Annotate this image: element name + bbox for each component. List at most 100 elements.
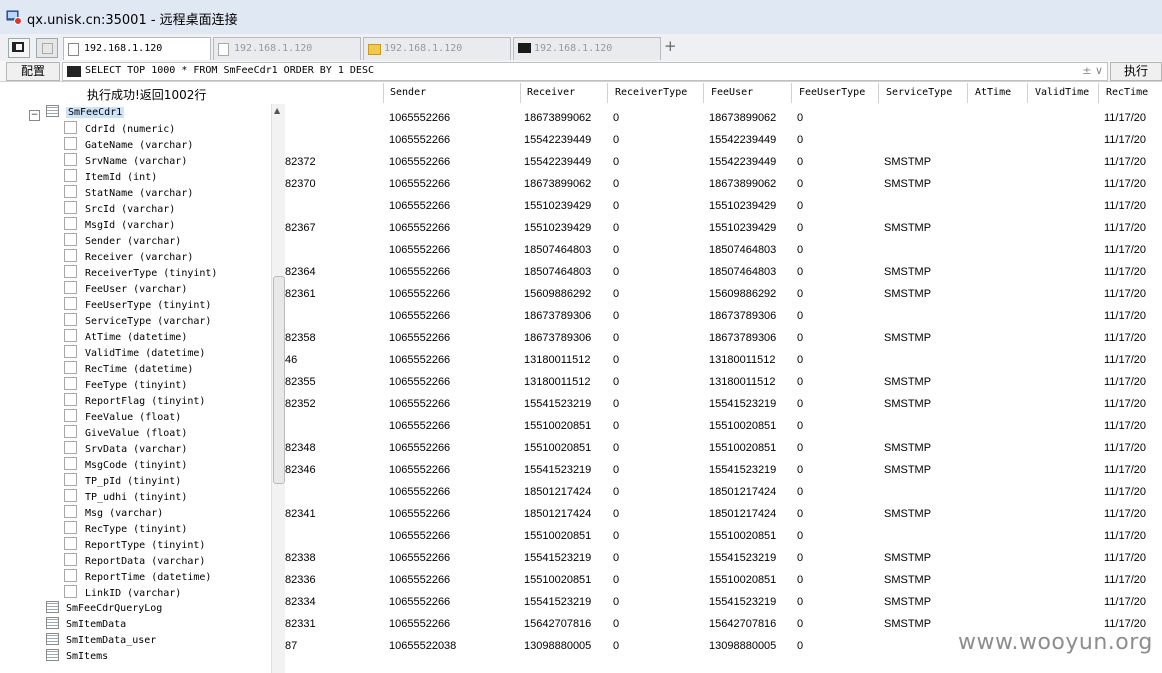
table-row[interactable]: 82352 1065552266 15541523219 0 15541523219 0 S… [285, 397, 1162, 411]
checkbox[interactable] [64, 121, 77, 134]
checkbox[interactable] [64, 393, 77, 406]
table-row[interactable]: 82334 1065552266 15541523219 0 15541523219 0 S… [285, 595, 1162, 609]
tree-column-item[interactable]: FeeType (tinyint) [64, 377, 187, 393]
checkbox[interactable] [64, 345, 77, 358]
column-separator[interactable] [1027, 83, 1028, 103]
tree-table-item[interactable]: SmItemData [46, 617, 126, 633]
query-history-dropdown[interactable]: ± ∨ [1082, 64, 1103, 77]
tree-column-item[interactable]: SrvData (varchar) [64, 441, 187, 457]
column-separator[interactable] [383, 83, 384, 103]
scroll-thumb[interactable] [273, 276, 285, 484]
tree-column-item[interactable]: Msg (varchar) [64, 505, 163, 521]
column-header[interactable]: ValidTime [1035, 83, 1089, 103]
column-separator[interactable] [967, 83, 968, 103]
table-row[interactable]: 1065552266 18673899062 0 18673899062 0 11/17/… [285, 111, 1162, 125]
tab-2[interactable]: 192.168.1.120 [213, 37, 361, 60]
tree-column-item[interactable]: GateName (varchar) [64, 137, 193, 153]
tree-column-item[interactable]: MsgCode (tinyint) [64, 457, 187, 473]
tree-column-item[interactable]: SrvName (varchar) [64, 153, 187, 169]
column-header[interactable]: ServiceType [886, 83, 952, 103]
tab-1[interactable]: 192.168.1.120 [63, 37, 211, 60]
tree-column-item[interactable]: ValidTime (datetime) [64, 345, 205, 361]
tree-column-item[interactable]: ItemId (int) [64, 169, 157, 185]
checkbox[interactable] [64, 329, 77, 342]
config-button[interactable]: 配置 [6, 62, 60, 81]
checkbox[interactable] [64, 361, 77, 374]
checkbox[interactable] [64, 537, 77, 550]
scroll-up-icon[interactable]: ▲ [274, 106, 280, 115]
checkbox[interactable] [64, 377, 77, 390]
tree-column-item[interactable]: LinkID (varchar) [64, 585, 181, 601]
tree-column-item[interactable]: Sender (varchar) [64, 233, 181, 249]
checkbox[interactable] [64, 569, 77, 582]
tree-table-item[interactable]: SmItemData_user [46, 633, 156, 649]
tree-column-item[interactable]: SrcId (varchar) [64, 201, 175, 217]
tree-table-item[interactable]: SmFeeCdrQueryLog [46, 601, 162, 617]
tree-column-item[interactable]: AtTime (datetime) [64, 329, 187, 345]
column-separator[interactable] [520, 83, 521, 103]
checkbox[interactable] [64, 185, 77, 198]
checkbox[interactable] [64, 521, 77, 534]
column-header[interactable]: RecTime [1106, 83, 1148, 103]
checkbox[interactable] [64, 137, 77, 150]
table-row[interactable]: 1065552266 18507464803 0 18507464803 0 11/17/… [285, 243, 1162, 257]
tree-column-item[interactable]: TP_pId (tinyint) [64, 473, 181, 489]
table-row[interactable]: 82358 1065552266 18673789306 0 18673789306 0 S… [285, 331, 1162, 345]
column-separator[interactable] [791, 83, 792, 103]
tree-column-item[interactable]: MsgId (varchar) [64, 217, 175, 233]
tree-column-item[interactable]: Receiver (varchar) [64, 249, 193, 265]
checkbox[interactable] [64, 441, 77, 454]
table-row[interactable]: 82338 1065552266 15541523219 0 15541523219 0 S… [285, 551, 1162, 565]
tree-table-root[interactable]: SmFeeCdr1 [46, 105, 125, 121]
checkbox[interactable] [64, 201, 77, 214]
column-separator[interactable] [878, 83, 879, 103]
table-row[interactable]: 1065552266 15542239449 0 15542239449 0 11/17/… [285, 133, 1162, 147]
add-tab-button[interactable]: + [664, 37, 677, 55]
checkbox[interactable] [64, 281, 77, 294]
table-row[interactable]: 1065552266 15510239429 0 15510239429 0 11/17/… [285, 199, 1162, 213]
tree-column-item[interactable]: RecType (tinyint) [64, 521, 187, 537]
table-row[interactable]: 82336 1065552266 15510020851 0 15510020851 0 S… [285, 573, 1162, 587]
column-header[interactable]: FeeUser [711, 83, 753, 103]
column-header[interactable]: AtTime [975, 83, 1011, 103]
table-row[interactable]: 82331 1065552266 15642707816 0 15642707816 0 S… [285, 617, 1162, 631]
table-row[interactable]: 82372 1065552266 15542239449 0 15542239449 0 S… [285, 155, 1162, 169]
checkbox[interactable] [64, 249, 77, 262]
tree-table-item[interactable]: SmItems [46, 649, 108, 665]
table-row[interactable]: 1065552266 18501217424 0 18501217424 0 11/17/… [285, 485, 1162, 499]
tree-column-item[interactable]: CdrId (numeric) [64, 121, 175, 137]
table-row[interactable]: 82361 1065552266 15609886292 0 15609886292 0 S… [285, 287, 1162, 301]
column-separator[interactable] [703, 83, 704, 103]
table-row[interactable]: 1065552266 18673789306 0 18673789306 0 11/17/… [285, 309, 1162, 323]
tree-column-item[interactable]: TP_udhi (tinyint) [64, 489, 187, 505]
column-header[interactable]: Sender [390, 83, 426, 103]
column-header[interactable]: ReceiverType [615, 83, 687, 103]
tree-column-item[interactable]: ReportData (varchar) [64, 553, 205, 569]
tab-3[interactable]: 192.168.1.120 [363, 37, 511, 60]
tree-column-item[interactable]: ReportTime (datetime) [64, 569, 211, 585]
tree-column-item[interactable]: ReportType (tinyint) [64, 537, 205, 553]
execute-button[interactable]: 执行 [1110, 62, 1162, 81]
checkbox[interactable] [64, 553, 77, 566]
checkbox[interactable] [64, 425, 77, 438]
column-separator[interactable] [1098, 83, 1099, 103]
checkbox[interactable] [64, 265, 77, 278]
collapse-toggle[interactable]: − [29, 110, 40, 121]
tree-column-item[interactable]: FeeUser (varchar) [64, 281, 187, 297]
tree-column-item[interactable]: RecTime (datetime) [64, 361, 193, 377]
tree-column-item[interactable]: GiveValue (float) [64, 425, 187, 441]
checkbox[interactable] [64, 473, 77, 486]
new-window-button[interactable] [36, 38, 58, 58]
table-row[interactable]: 82355 1065552266 13180011512 0 13180011512 0 S… [285, 375, 1162, 389]
column-header[interactable]: FeeUserType [799, 83, 865, 103]
tree-column-item[interactable]: FeeUserType (tinyint) [64, 297, 211, 313]
panel-toggle-button[interactable] [8, 38, 30, 58]
tree-column-item[interactable]: StatName (varchar) [64, 185, 193, 201]
table-row[interactable]: 82370 1065552266 18673899062 0 18673899062 0 S… [285, 177, 1162, 191]
tree-column-item[interactable]: ReportFlag (tinyint) [64, 393, 205, 409]
checkbox[interactable] [64, 153, 77, 166]
table-row[interactable]: 82367 1065552266 15510239429 0 15510239429 0 S… [285, 221, 1162, 235]
tab-4[interactable]: 192.168.1.120 [513, 37, 661, 60]
table-row[interactable]: 82346 1065552266 15541523219 0 15541523219 0 S… [285, 463, 1162, 477]
column-separator[interactable] [607, 83, 608, 103]
